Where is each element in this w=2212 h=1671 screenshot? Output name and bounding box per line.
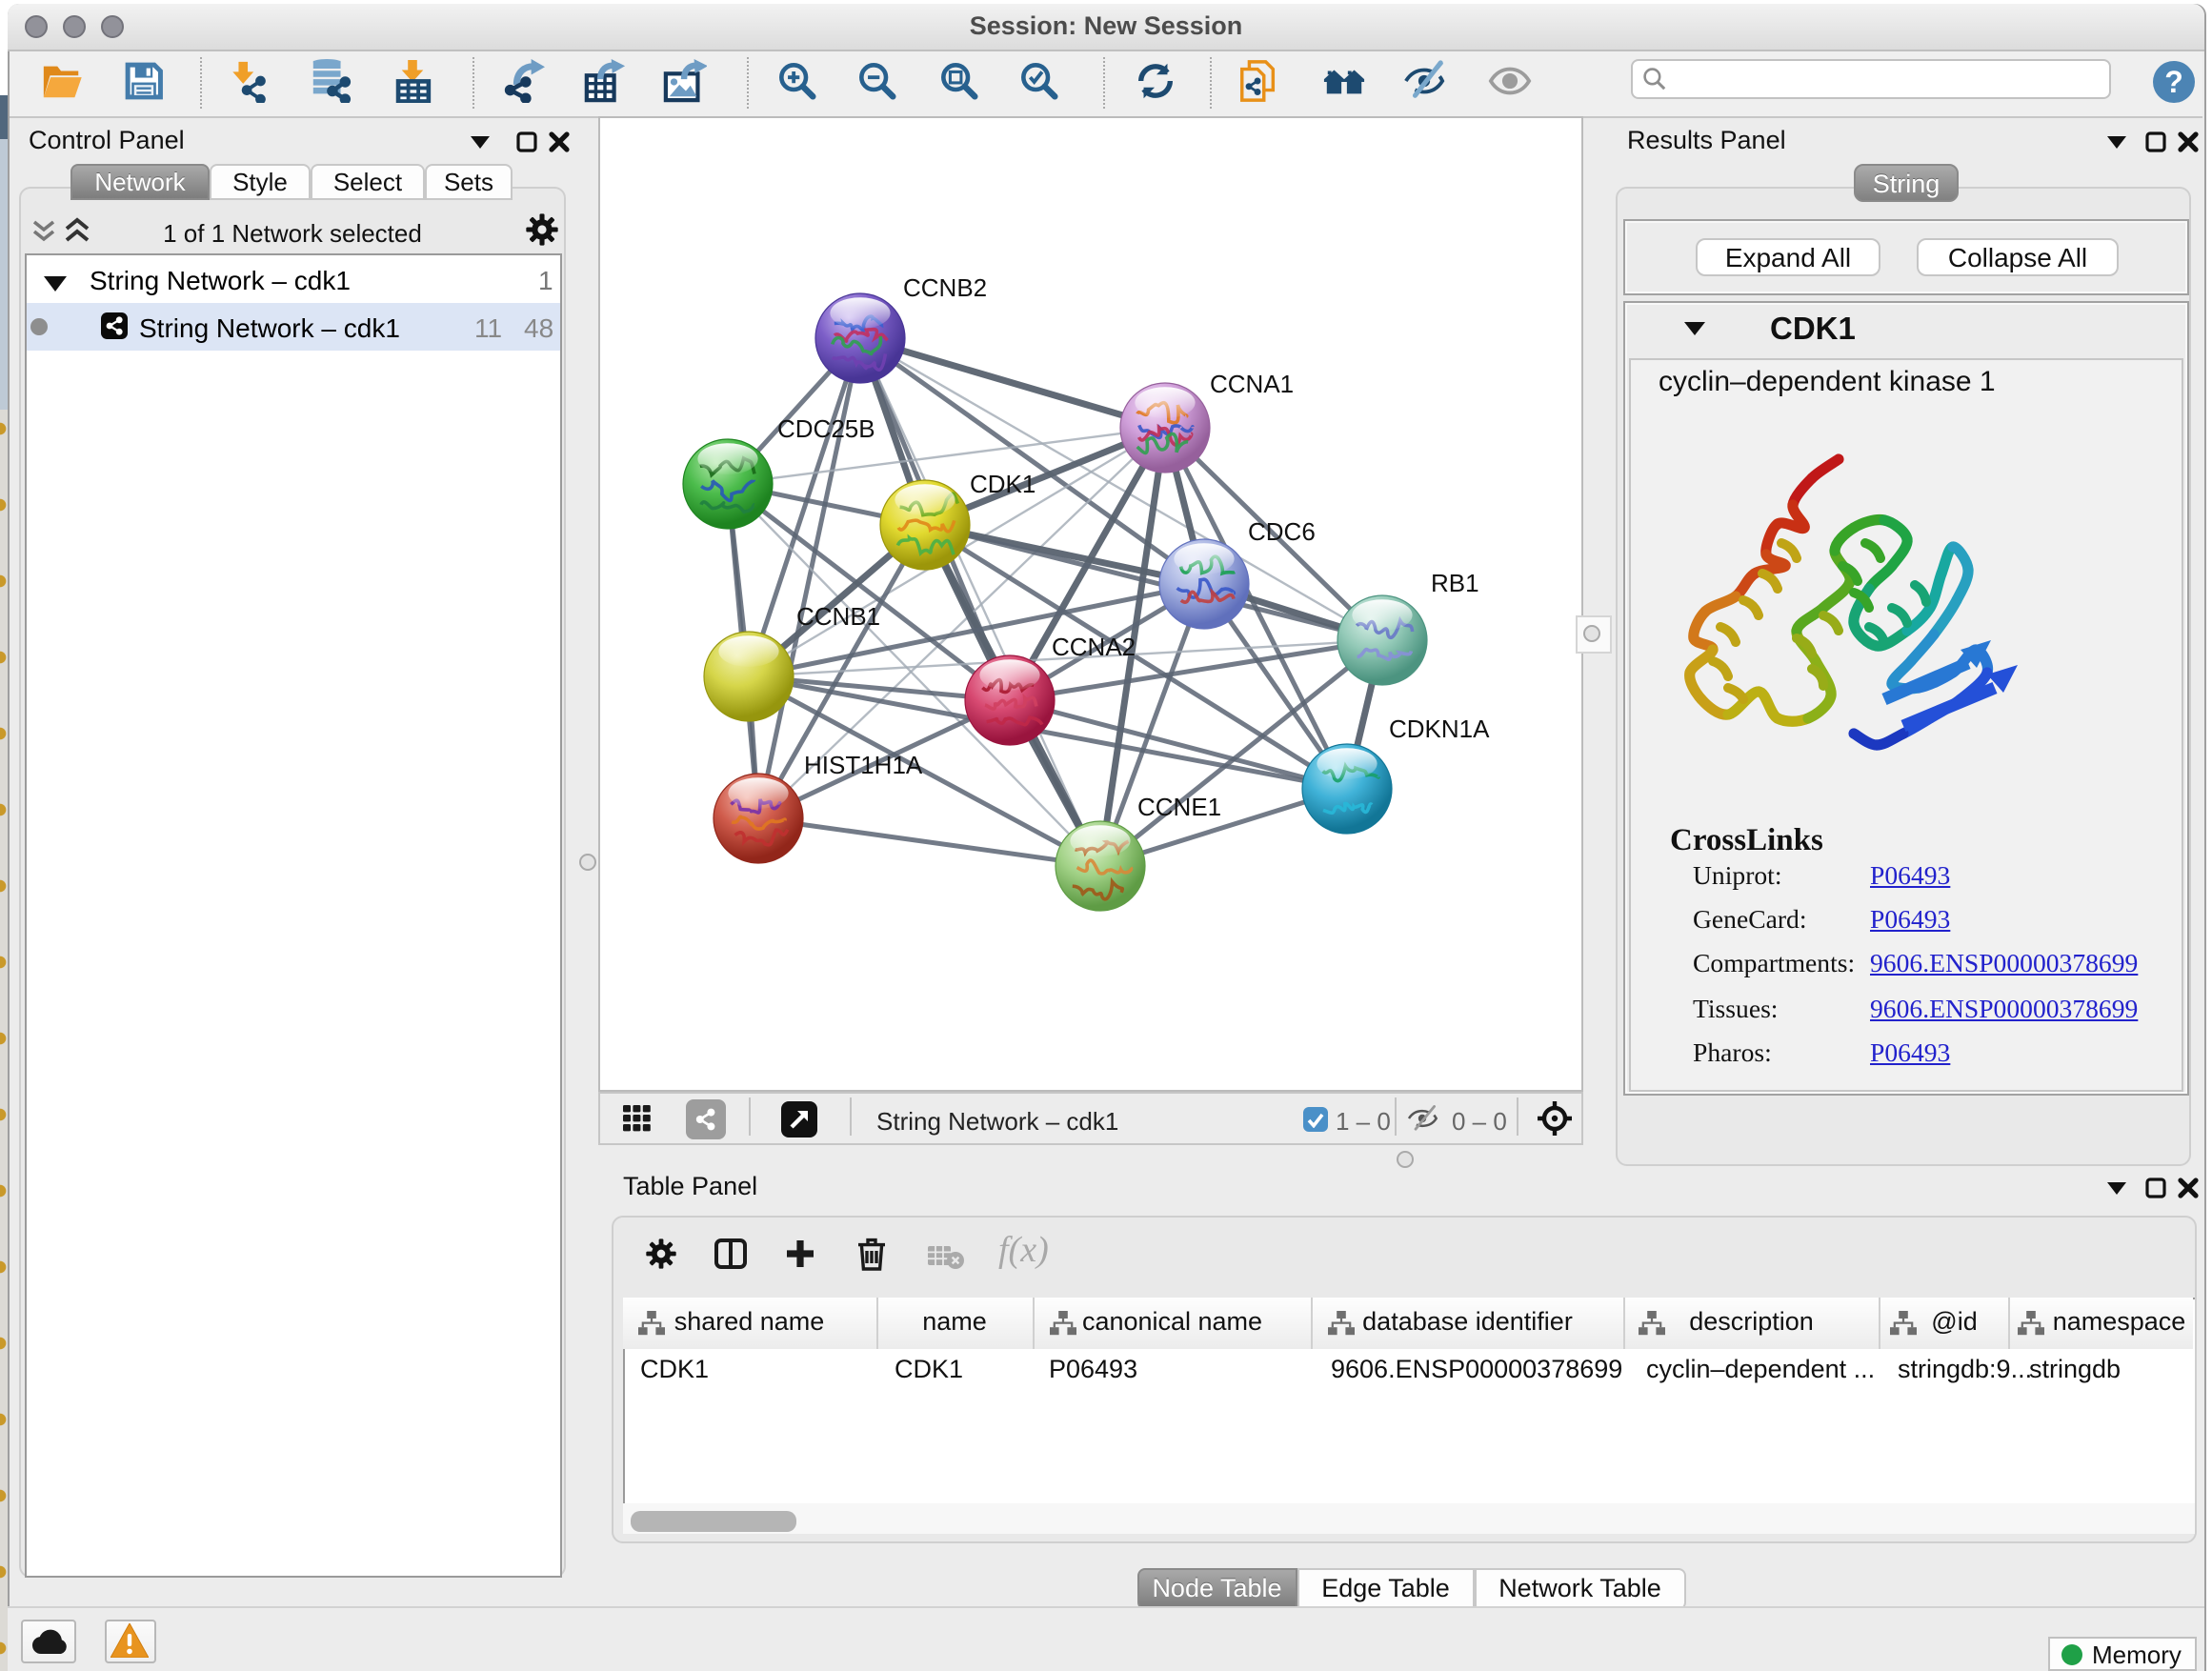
svg-text:CDK1: CDK1 xyxy=(970,469,1036,497)
svg-text:CCNB1: CCNB1 xyxy=(796,601,880,630)
svg-text:HIST1H1A: HIST1H1A xyxy=(804,750,923,778)
svg-text:CCNB2: CCNB2 xyxy=(903,272,987,301)
svg-text:CCNE1: CCNE1 xyxy=(1137,792,1221,820)
svg-text:CCNA2: CCNA2 xyxy=(1052,632,1136,660)
svg-text:RB1: RB1 xyxy=(1431,568,1479,596)
svg-text:CDC6: CDC6 xyxy=(1248,516,1316,545)
svg-text:?: ? xyxy=(2164,64,2183,98)
svg-text:CDKN1A: CDKN1A xyxy=(1389,714,1490,742)
svg-text:CCNA1: CCNA1 xyxy=(1210,369,1294,397)
svg-text:CDC25B: CDC25B xyxy=(777,413,875,442)
